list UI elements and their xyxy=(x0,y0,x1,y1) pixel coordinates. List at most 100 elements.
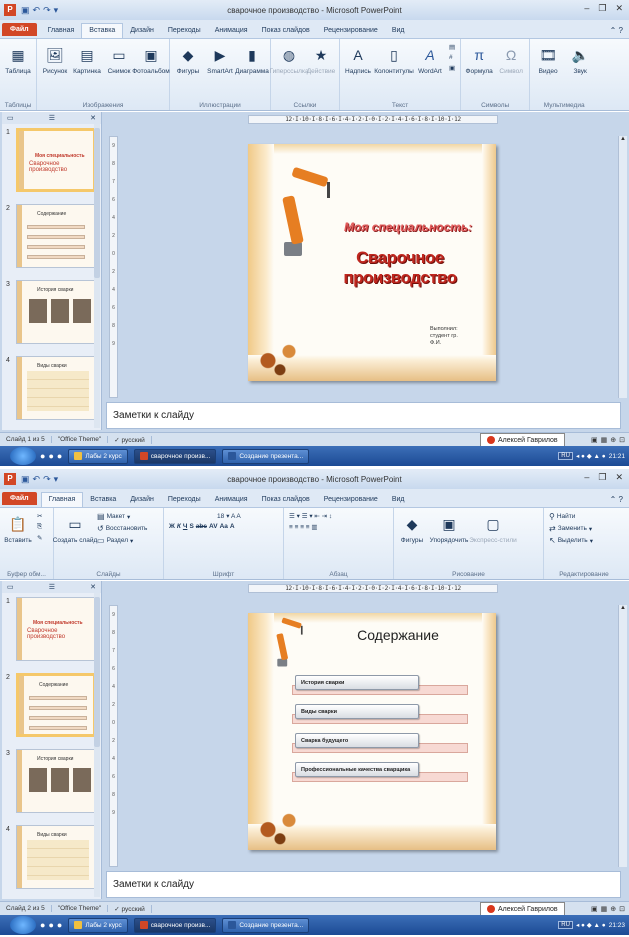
select-button[interactable]: ↖ Выделить ▾ xyxy=(549,536,593,545)
contents-item[interactable]: Сварка будущего xyxy=(292,733,468,755)
thumbnail-slide-1[interactable]: 1 Моя специальность Сварочное производст… xyxy=(2,595,101,669)
scroll-up-icon[interactable]: ▲ xyxy=(619,136,627,142)
thumbnail-slide-1[interactable]: 1 Моя специальность Сварочное производст… xyxy=(2,126,101,200)
thumbnail-slide-3[interactable]: 3 История сварки xyxy=(2,278,101,352)
arrange-button[interactable]: ▣ Упорядочить xyxy=(429,510,469,545)
tab-slideshow[interactable]: Показ слайдов xyxy=(255,24,317,38)
clock[interactable]: 21:21 xyxy=(609,453,625,460)
action-button[interactable]: ★ Действие xyxy=(306,41,336,76)
editor-scrollbar[interactable]: ▲ xyxy=(618,136,627,398)
tab-design[interactable]: Дизайн xyxy=(123,493,161,507)
notification-popup[interactable]: Алексей Гаврилов xyxy=(480,433,565,447)
tab-review[interactable]: Рецензирование xyxy=(317,493,385,507)
taskbar-powerpoint[interactable]: сварочное произв... xyxy=(133,448,217,464)
list-buttons[interactable]: ☰ ▾ ☰ ▾ ⇤ ⇥ ↕ xyxy=(289,512,332,520)
browser-icon[interactable]: ● xyxy=(40,451,45,461)
restore-icon[interactable]: ❐ xyxy=(598,3,606,14)
thumbnail-slide-2[interactable]: 2 Содержание xyxy=(2,671,101,745)
thumbnail-slide-4[interactable]: 4 Виды сварки xyxy=(2,823,101,897)
thumbnail-slide-2[interactable]: 2 Содержание xyxy=(2,202,101,276)
zoom-in-icon[interactable]: ⊕ xyxy=(610,436,616,444)
font-size-select[interactable]: 18 ▾ A A xyxy=(217,512,241,521)
taskbar-folder[interactable]: Лабы 2 курс xyxy=(68,448,128,464)
contents-item[interactable]: История сварки xyxy=(292,675,468,697)
notes-pane[interactable]: Заметки к слайду xyxy=(106,402,621,429)
video-button[interactable]: 🎞 Видео xyxy=(533,41,563,76)
clipart-button[interactable]: ▤ Картинка xyxy=(72,41,102,76)
wordart-button[interactable]: A WordArt xyxy=(415,41,445,75)
tab-home[interactable]: Главная xyxy=(41,24,82,38)
hyperlink-button[interactable]: ◍ Гиперссылка xyxy=(269,41,308,76)
thumbnail-slide-3[interactable]: 3 История сварки xyxy=(2,747,101,821)
tab-design[interactable]: Дизайн xyxy=(123,24,161,38)
outline-tab-icon[interactable]: ☰ xyxy=(49,583,55,591)
chart-button[interactable]: ▮ Диаграмма xyxy=(235,41,269,76)
tab-animations[interactable]: Анимация xyxy=(208,24,255,38)
tab-review[interactable]: Рецензирование xyxy=(317,24,385,38)
symbol-button[interactable]: Ω Символ xyxy=(496,41,526,75)
tab-animations[interactable]: Анимация xyxy=(208,493,255,507)
clock[interactable]: 21:23 xyxy=(609,922,625,929)
slide-canvas[interactable]: Содержание История сварки Виды сварки Св… xyxy=(248,613,496,850)
find-button[interactable]: ⚲ Найти xyxy=(549,512,593,521)
language-indicator[interactable]: RU xyxy=(558,921,573,929)
tab-slideshow[interactable]: Показ слайдов xyxy=(255,493,317,507)
language-indicator[interactable]: RU xyxy=(558,452,573,460)
close-pane-icon[interactable]: ✕ xyxy=(90,583,96,591)
layout-button[interactable]: ▤ Макет ▾ xyxy=(97,512,147,521)
format-painter-icon[interactable]: ✎ xyxy=(37,534,42,542)
normal-view-icon[interactable]: ▣ xyxy=(591,436,598,444)
slides-tab-icon[interactable]: ▭ xyxy=(7,114,14,122)
tab-view[interactable]: Вид xyxy=(385,24,412,38)
tab-transitions[interactable]: Переходы xyxy=(161,24,208,38)
slide-subtitle[interactable]: Моя специальность: xyxy=(328,220,488,234)
undo-icon[interactable]: ↶ xyxy=(33,5,41,16)
sorter-view-icon[interactable]: ▦ xyxy=(601,905,608,913)
font-style-buttons[interactable]: Ж К Ч S abc AV Aa A xyxy=(169,523,241,530)
slide-title[interactable]: Содержание xyxy=(308,627,488,643)
slides-pane-scrollbar[interactable] xyxy=(94,124,100,428)
start-button[interactable] xyxy=(10,916,36,934)
header-footer-button[interactable]: ▯ Колонтитулы xyxy=(374,41,414,76)
skype-icon[interactable]: ● xyxy=(57,451,62,461)
fit-window-icon[interactable]: ⊡ xyxy=(619,905,625,913)
fit-window-icon[interactable]: ⊡ xyxy=(619,436,625,444)
save-icon[interactable]: ▣ xyxy=(21,5,30,16)
customize-qat-icon[interactable]: ▾ xyxy=(54,474,59,485)
minimize-icon[interactable]: – xyxy=(584,3,589,14)
textbox-button[interactable]: A Надпись xyxy=(343,41,373,75)
tab-file[interactable]: Файл xyxy=(2,23,37,36)
save-icon[interactable]: ▣ xyxy=(21,474,30,485)
close-icon[interactable]: ✕ xyxy=(615,472,623,483)
slide-number-icon[interactable]: # xyxy=(449,54,455,61)
powerpoint-app-icon[interactable]: P xyxy=(4,473,16,485)
powerpoint-app-icon[interactable]: P xyxy=(4,4,16,16)
screenshot-button[interactable]: ▭ Снимок xyxy=(104,41,134,76)
taskbar-word[interactable]: Создание презента... xyxy=(222,448,310,464)
equation-button[interactable]: π Формула xyxy=(464,41,494,75)
object-icon[interactable]: ▣ xyxy=(449,64,455,72)
notes-pane[interactable]: Заметки к слайду xyxy=(106,871,621,898)
copy-icon[interactable]: ⎘ xyxy=(37,523,42,531)
replace-button[interactable]: ⇄ Заменить ▾ xyxy=(549,524,593,533)
slide-title[interactable]: Сварочное производство xyxy=(310,248,490,288)
normal-view-icon[interactable]: ▣ xyxy=(591,905,598,913)
audio-button[interactable]: 🔈 Звук xyxy=(565,41,595,76)
reset-button[interactable]: ↺ Восстановить xyxy=(97,524,147,533)
close-icon[interactable]: ✕ xyxy=(615,3,623,14)
contents-item[interactable]: Виды сварки xyxy=(292,704,468,726)
thumbnail-slide-4[interactable]: 4 Виды сварки xyxy=(2,354,101,428)
sorter-view-icon[interactable]: ▦ xyxy=(601,436,608,444)
new-slide-button[interactable]: ▭ Создать слайд xyxy=(53,510,98,545)
tab-insert[interactable]: Вставка xyxy=(81,23,124,38)
slides-pane-scrollbar[interactable] xyxy=(94,593,100,897)
tray-icons[interactable]: ◂ ● ◆ ▲ ● xyxy=(576,921,606,929)
redo-icon[interactable]: ↷ xyxy=(43,474,51,485)
spellcheck-language[interactable]: ✓ русский xyxy=(108,904,152,913)
customize-qat-icon[interactable]: ▾ xyxy=(54,5,59,16)
start-button[interactable] xyxy=(10,447,36,465)
tab-file[interactable]: Файл xyxy=(2,492,37,505)
tray-icons[interactable]: ◂ ● ◆ ▲ ● xyxy=(576,452,606,460)
contents-item[interactable]: Профессиональные качества сварщика xyxy=(292,762,468,784)
align-buttons[interactable]: ≡ ≡ ≡ ≡ ▥ xyxy=(289,523,332,531)
